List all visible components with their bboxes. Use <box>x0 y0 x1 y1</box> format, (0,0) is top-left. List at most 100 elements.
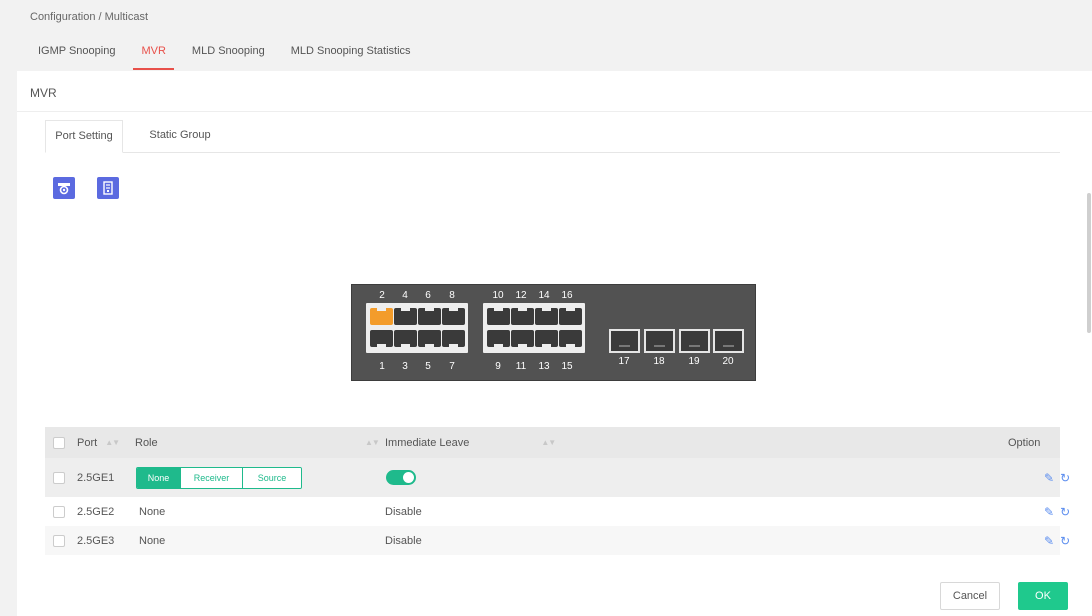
sfp-port-20[interactable] <box>713 329 744 353</box>
row-options: ✎ ↻ <box>1038 526 1070 555</box>
role-cell: None <box>139 505 166 518</box>
switch-panel: 2 4 6 8 10 12 14 16 1 3 5 7 9 11 13 15 1… <box>351 284 756 381</box>
role-receiver-button[interactable]: Receiver <box>181 467 243 488</box>
row-checkbox[interactable] <box>53 458 65 497</box>
top-bar: Configuration / Multicast IGMP Snooping … <box>0 0 1092 71</box>
port-number-label: 11 <box>515 361 527 372</box>
port-number-label: 9 <box>495 361 501 372</box>
port-4[interactable] <box>394 307 417 325</box>
port-7[interactable] <box>442 330 465 348</box>
select-all-checkbox[interactable] <box>53 427 65 458</box>
table-row: 2.5GE3 None Disable ✎ ↻ <box>45 526 1070 555</box>
port-table: Port ▲▼ Role ▲▼ Immediate Leave ▲▼ Optio… <box>45 427 1070 555</box>
port-2[interactable] <box>370 307 393 325</box>
port-number-label: 1 <box>379 361 385 372</box>
port-3[interactable] <box>394 330 417 348</box>
port-11[interactable] <box>511 330 534 348</box>
port-number-label: 2 <box>379 290 385 301</box>
refresh-icon[interactable]: ↻ <box>1060 534 1070 548</box>
tab-static-group[interactable]: Static Group <box>135 120 225 153</box>
port-number-label: 18 <box>653 356 665 367</box>
tab-port-setting[interactable]: Port Setting <box>45 120 123 153</box>
row-checkbox[interactable] <box>53 526 65 555</box>
table-header: Port ▲▼ Role ▲▼ Immediate Leave ▲▼ Optio… <box>45 427 1060 458</box>
port-cell: 2.5GE1 <box>77 471 115 484</box>
column-option-label: Option <box>1008 436 1041 449</box>
edit-icon[interactable]: ✎ <box>1044 505 1054 519</box>
immediate-leave-cell: Disable <box>385 534 422 547</box>
port-number-label: 17 <box>618 356 630 367</box>
breadcrumb: Configuration / Multicast <box>30 11 148 23</box>
port-number-label: 13 <box>538 361 550 372</box>
port-number-label: 3 <box>402 361 408 372</box>
row-options: ✎ ↻ <box>1038 458 1070 497</box>
port-1[interactable] <box>370 330 393 348</box>
port-cell: 2.5GE3 <box>77 534 115 547</box>
port-number-label: 16 <box>561 290 573 301</box>
sfp-port-18[interactable] <box>644 329 675 353</box>
column-role-label: Role <box>135 436 158 449</box>
mvr-panel: MVR Port Setting Static Group 2 4 6 8 10… <box>17 71 1092 616</box>
tab-mld-snooping[interactable]: MLD Snooping <box>184 40 273 70</box>
role-source-button[interactable]: Source <box>243 467 301 488</box>
panel-title: MVR <box>30 86 57 100</box>
port-8[interactable] <box>442 307 465 325</box>
port-number-label: 10 <box>492 290 504 301</box>
edit-icon[interactable]: ✎ <box>1044 534 1054 548</box>
port-number-label: 4 <box>402 290 408 301</box>
inner-tab-bar: Port Setting Static Group <box>45 120 1060 153</box>
port-cell: 2.5GE2 <box>77 505 115 518</box>
row-checkbox[interactable] <box>53 497 65 526</box>
column-port[interactable]: Port ▲▼ <box>77 427 120 458</box>
immediate-leave-toggle[interactable] <box>386 458 416 497</box>
tab-mvr[interactable]: MVR <box>133 40 174 70</box>
refresh-icon[interactable]: ↻ <box>1060 471 1070 485</box>
role-selector: None Receiver Source <box>136 458 302 497</box>
port-number-label: 20 <box>722 356 734 367</box>
port-9[interactable] <box>487 330 510 348</box>
role-cell: None <box>139 534 166 547</box>
port-group-9-16 <box>483 303 585 353</box>
port-6[interactable] <box>418 307 441 325</box>
port-number-label: 6 <box>425 290 431 301</box>
column-immediate-leave-label: Immediate Leave <box>385 436 470 449</box>
port-number-label: 15 <box>561 361 573 372</box>
port-14[interactable] <box>535 307 558 325</box>
port-13[interactable] <box>535 330 558 348</box>
sfp-port-17[interactable] <box>609 329 640 353</box>
port-16[interactable] <box>559 307 582 325</box>
port-number-label: 19 <box>688 356 700 367</box>
port-number-label: 8 <box>449 290 455 301</box>
port-15[interactable] <box>559 330 582 348</box>
row-options: ✎ ↻ <box>1038 497 1070 526</box>
tab-igmp-snooping[interactable]: IGMP Snooping <box>30 40 123 70</box>
refresh-icon[interactable]: ↻ <box>1060 505 1070 519</box>
port-5[interactable] <box>418 330 441 348</box>
tab-bar: IGMP Snooping MVR MLD Snooping MLD Snoop… <box>30 40 429 70</box>
port-12[interactable] <box>511 307 534 325</box>
table-row: 2.5GE1 None Receiver Source ✎ ↻ <box>45 458 1070 497</box>
port-number-label: 5 <box>425 361 431 372</box>
scrollbar[interactable] <box>1087 193 1091 333</box>
document-icon[interactable] <box>97 177 119 199</box>
ok-button[interactable]: OK <box>1018 582 1068 610</box>
column-port-label: Port <box>77 436 98 449</box>
immediate-leave-cell: Disable <box>385 505 422 518</box>
column-role: Role <box>135 427 158 458</box>
cancel-button[interactable]: Cancel <box>940 582 1000 610</box>
sort-icon[interactable]: ▲▼ <box>541 438 556 447</box>
role-none-button[interactable]: None <box>137 467 181 488</box>
column-immediate-leave[interactable]: Immediate Leave ▲▼ <box>385 427 556 458</box>
port-10[interactable] <box>487 307 510 325</box>
sort-icon[interactable]: ▲▼ <box>105 438 120 447</box>
column-option: Option <box>1008 427 1040 458</box>
port-number-label: 12 <box>515 290 527 301</box>
camera-icon[interactable] <box>53 177 75 199</box>
table-row: 2.5GE2 None Disable ✎ ↻ <box>45 497 1070 526</box>
tab-mld-snooping-statistics[interactable]: MLD Snooping Statistics <box>283 40 419 70</box>
sort-icon[interactable]: ▲▼ <box>357 427 380 458</box>
sfp-port-19[interactable] <box>679 329 710 353</box>
divider <box>17 111 1092 112</box>
port-group-1-8 <box>366 303 468 353</box>
edit-icon[interactable]: ✎ <box>1044 471 1054 485</box>
